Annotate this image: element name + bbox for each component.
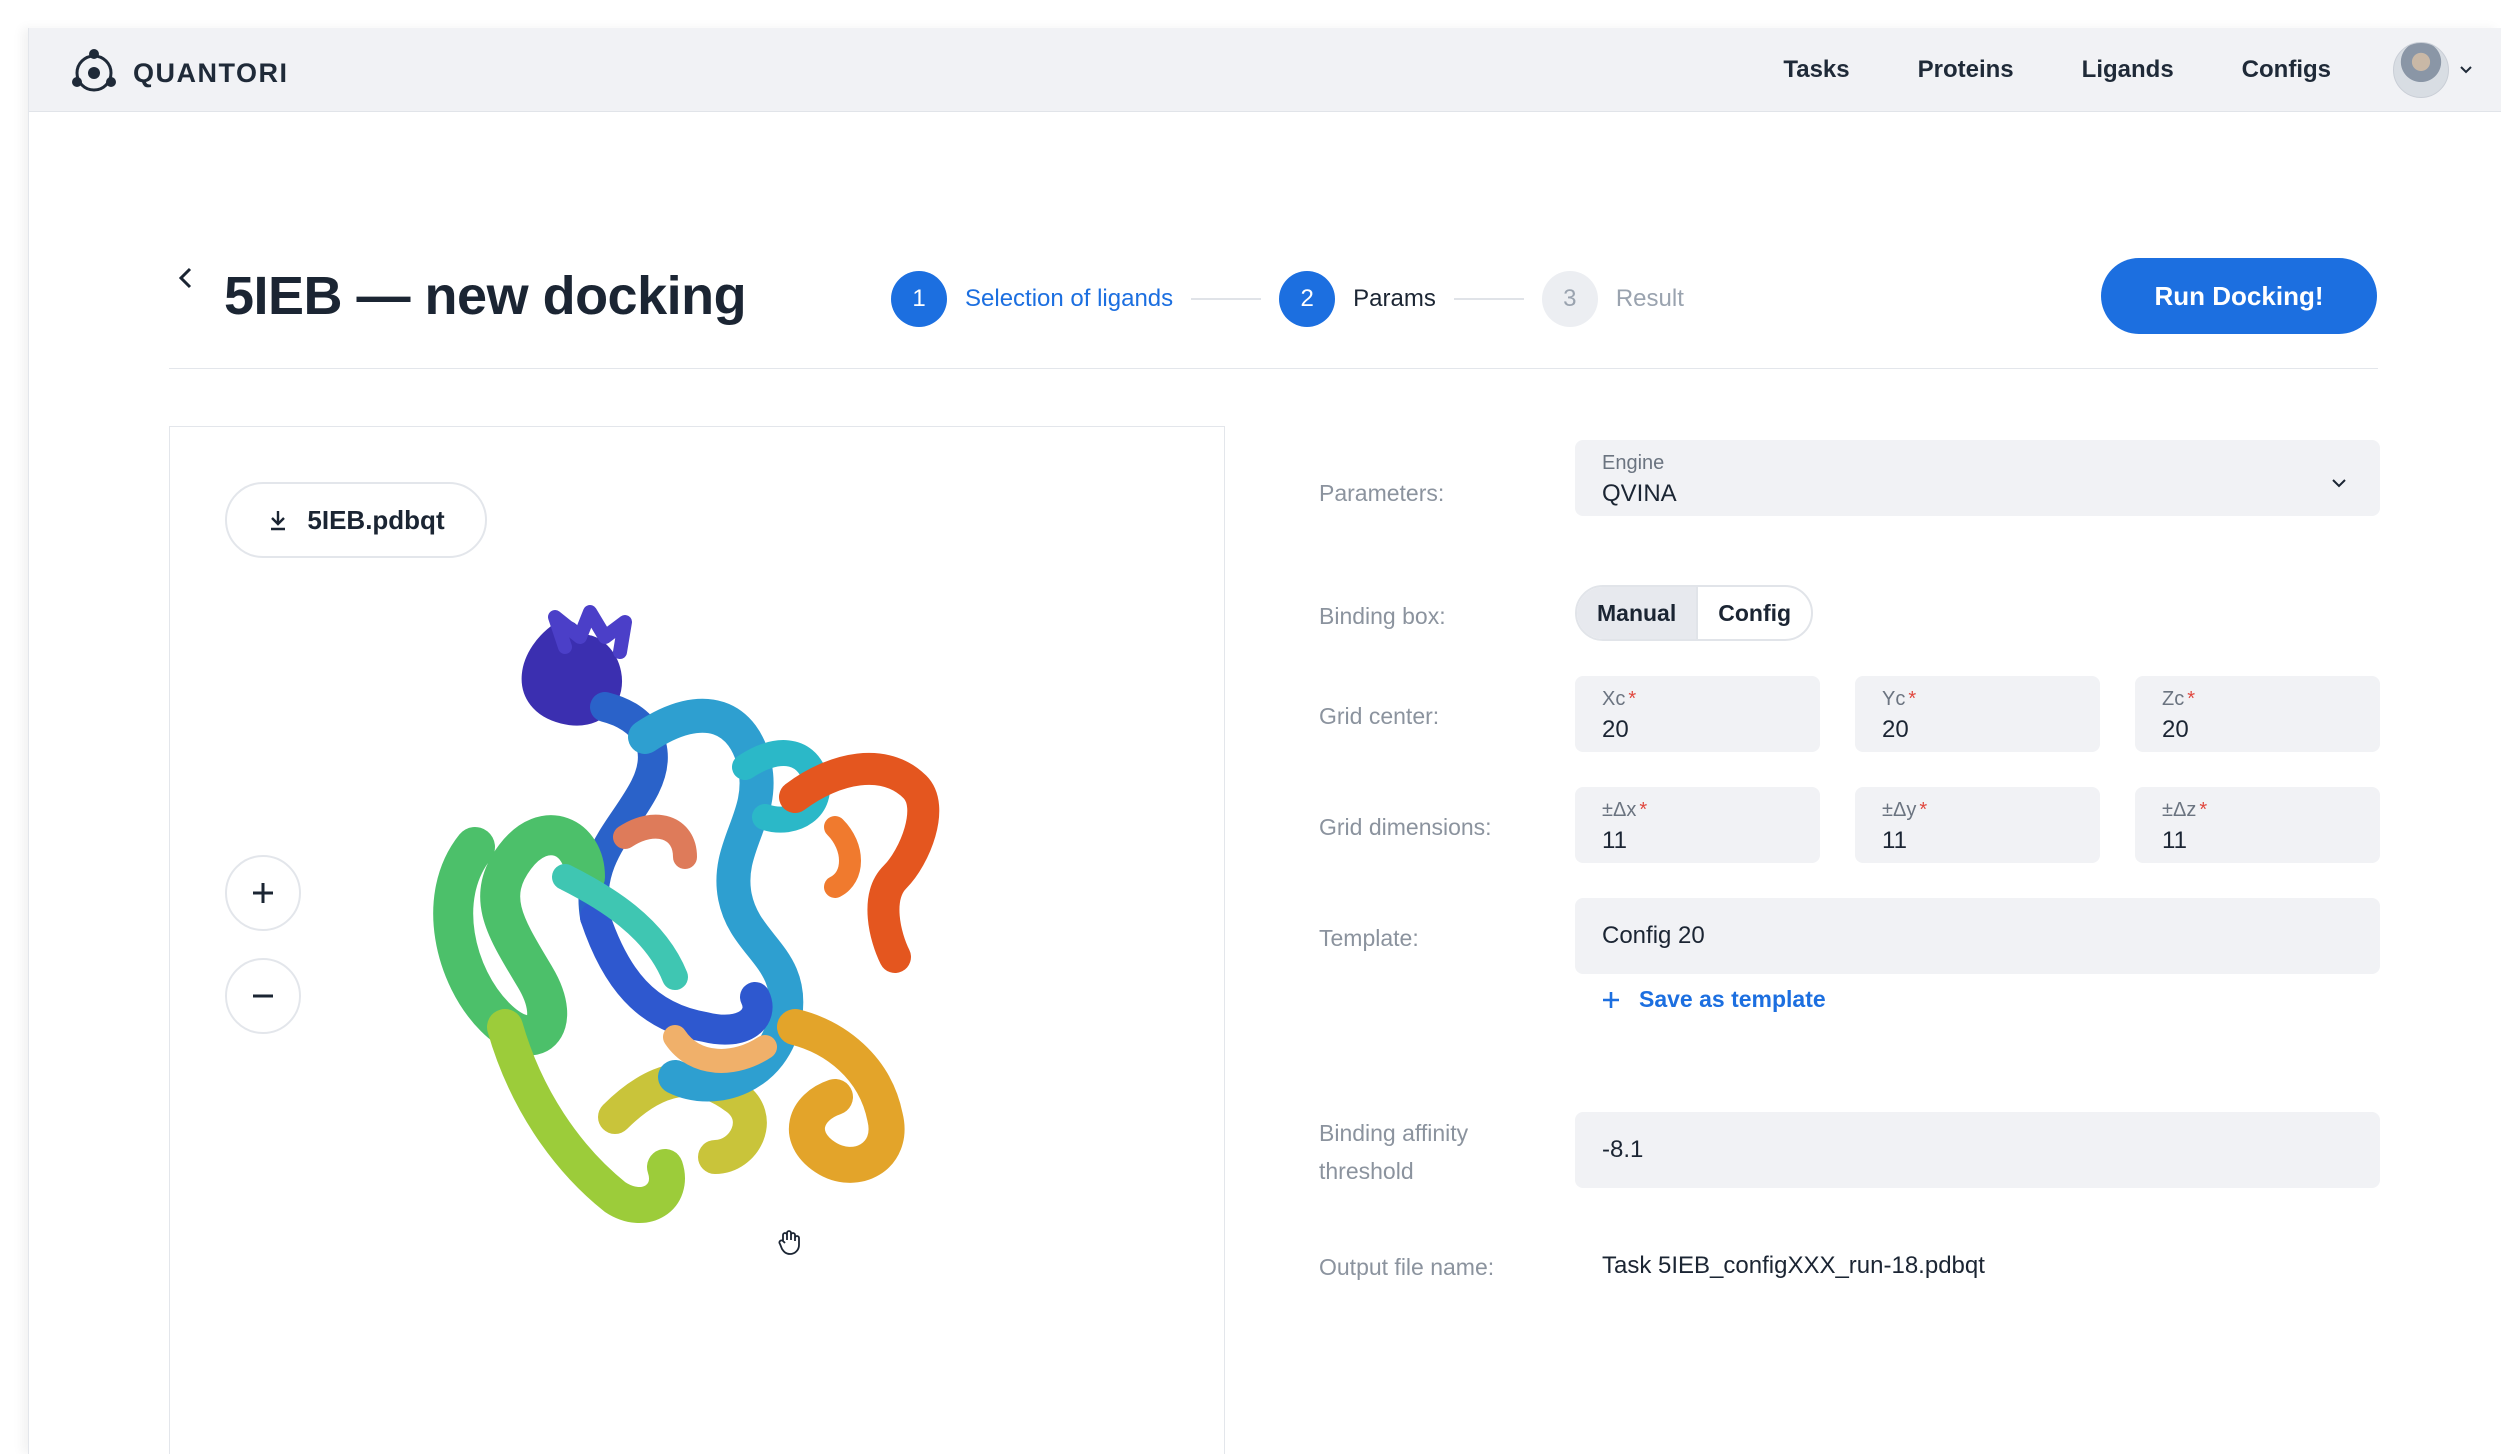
binding-box-manual[interactable]: Manual — [1577, 587, 1699, 639]
field-value: 20 — [2162, 716, 2189, 743]
back-chevron-icon[interactable] — [171, 263, 201, 293]
step-params[interactable]: 2 Params — [1279, 271, 1436, 327]
binding-box-toggle: Manual Config — [1575, 585, 1814, 641]
app-window: QUANTORI Tasks Proteins Ligands Configs … — [28, 28, 2501, 1454]
engine-value: QVINA — [1602, 480, 1677, 507]
required-marker: * — [2199, 799, 2208, 821]
save-as-template-label: Save as template — [1639, 986, 1826, 1012]
field-value: 11 — [2162, 827, 2187, 854]
file-name: 5IEB.pdbqt — [307, 504, 445, 535]
field-caption: Zc * — [2162, 688, 2195, 711]
chevron-down-icon — [2460, 66, 2472, 74]
step-connector — [1453, 298, 1524, 300]
field-value: 20 — [1882, 716, 1909, 743]
grab-cursor-icon — [778, 1230, 800, 1255]
caption-text: Yc — [1882, 688, 1906, 710]
plus-icon — [1603, 991, 1619, 1008]
header-divider — [169, 368, 2378, 369]
stepper: 1 Selection of ligands 2 Params 3 Result — [891, 270, 1684, 328]
binding-affinity-input[interactable]: -8.1 — [1575, 1112, 2380, 1188]
minus-icon — [253, 994, 273, 998]
grid-dim-x-input[interactable]: ±Δx * 11 — [1575, 787, 1820, 863]
page-title: 5IEB — new docking — [224, 266, 747, 326]
output-file-value: Task 5IEB_configXXX_run-18.pdbqt — [1602, 1252, 1985, 1279]
field-value: 20 — [1602, 716, 1629, 743]
required-marker: * — [1908, 688, 1917, 710]
molecule-viewer[interactable]: 5IEB.pdbqt — [169, 426, 1225, 1454]
zoom-in-button[interactable] — [225, 855, 301, 931]
step-selection-of-ligands[interactable]: 1 Selection of ligands — [891, 271, 1173, 327]
engine-select[interactable]: Engine QVINA — [1575, 440, 2380, 516]
grid-center-y-input[interactable]: Yc * 20 — [1855, 676, 2100, 752]
field-caption: ±Δy * — [1882, 799, 1927, 822]
caption-text: ±Δy — [1882, 799, 1917, 821]
nav-tasks[interactable]: Tasks — [1783, 56, 1849, 84]
step-label: Selection of ligands — [965, 285, 1174, 312]
run-docking-button[interactable]: Run Docking! — [2101, 258, 2377, 334]
binding-affinity-label: Binding affinity threshold — [1319, 1114, 1468, 1190]
protein-structure-render[interactable] — [415, 597, 975, 1247]
grid-dim-y-input[interactable]: ±Δy * 11 — [1855, 787, 2100, 863]
zoom-out-button[interactable] — [225, 958, 301, 1034]
nav-proteins[interactable]: Proteins — [1918, 56, 2014, 84]
plus-icon — [253, 883, 273, 903]
nav-configs[interactable]: Configs — [2242, 56, 2331, 84]
parameters-label: Parameters: — [1319, 480, 1445, 506]
binding-affinity-label-line2: threshold — [1319, 1158, 1414, 1184]
step-label: Result — [1615, 285, 1684, 312]
binding-affinity-label-line1: Binding affinity — [1319, 1120, 1469, 1146]
binding-box-label: Binding box: — [1319, 603, 1446, 629]
template-input[interactable]: Config 20 — [1575, 898, 2380, 974]
field-caption: Yc * — [1882, 688, 1916, 711]
caption-text: ±Δx — [1602, 799, 1637, 821]
required-marker: * — [2187, 688, 2196, 710]
template-label: Template: — [1319, 925, 1419, 951]
required-marker: * — [1919, 799, 1928, 821]
field-value: 11 — [1882, 827, 1907, 854]
binding-affinity-value: -8.1 — [1602, 1136, 1644, 1163]
main-nav: Tasks Proteins Ligands Configs — [1783, 28, 2331, 112]
brand-name: QUANTORI — [133, 57, 289, 88]
step-number: 1 — [891, 271, 947, 327]
required-marker: * — [1628, 688, 1637, 710]
grid-center-label: Grid center: — [1319, 703, 1440, 729]
step-label: Params — [1353, 285, 1436, 312]
grid-dim-z-input[interactable]: ±Δz * 11 — [2135, 787, 2380, 863]
top-navbar: QUANTORI Tasks Proteins Ligands Configs — [29, 28, 2501, 112]
field-caption: ±Δz * — [2162, 799, 2207, 822]
caption-text: Zc — [2162, 688, 2185, 710]
grid-dimensions-label: Grid dimensions: — [1319, 814, 1492, 840]
step-connector — [1191, 298, 1262, 300]
field-value: 11 — [1602, 827, 1627, 854]
output-file-label: Output file name: — [1319, 1254, 1495, 1280]
template-value: Config 20 — [1602, 922, 1705, 949]
binding-box-config[interactable]: Config — [1698, 587, 1811, 639]
save-as-template-button[interactable]: Save as template — [1601, 986, 1826, 1013]
chevron-down-icon — [2332, 479, 2346, 488]
field-caption: Xc * — [1602, 688, 1636, 711]
quantori-logo-icon — [72, 49, 116, 92]
required-marker: * — [1639, 799, 1648, 821]
field-caption: ±Δx * — [1602, 799, 1647, 822]
grid-center-x-input[interactable]: Xc * 20 — [1575, 676, 1820, 752]
nav-ligands[interactable]: Ligands — [2082, 56, 2174, 84]
grid-center-z-input[interactable]: Zc * 20 — [2135, 676, 2380, 752]
caption-text: Xc — [1602, 688, 1626, 710]
user-menu[interactable] — [2393, 42, 2473, 98]
caption-text: ±Δz — [2162, 799, 2197, 821]
download-icon — [271, 511, 286, 531]
brand[interactable]: QUANTORI — [69, 48, 289, 98]
step-number: 2 — [1279, 271, 1336, 327]
download-file-button[interactable]: 5IEB.pdbqt — [225, 482, 487, 558]
step-number: 3 — [1541, 271, 1598, 327]
engine-caption: Engine — [1602, 452, 1665, 474]
avatar — [2393, 42, 2449, 98]
step-result[interactable]: 3 Result — [1541, 271, 1684, 327]
